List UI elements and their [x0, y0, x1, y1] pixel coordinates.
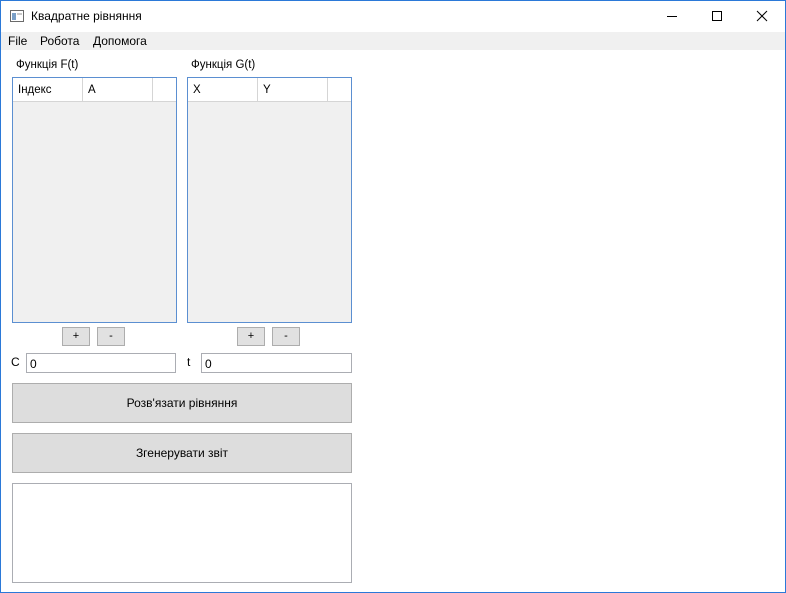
app-icon: [10, 10, 24, 22]
generate-report-button[interactable]: Згенерувати звіт: [12, 433, 352, 473]
column-header-x[interactable]: X: [188, 78, 258, 101]
c-label: C: [11, 355, 20, 369]
remove-f-row-button[interactable]: -: [97, 327, 125, 346]
function-f-grid[interactable]: Індекс A: [12, 77, 177, 323]
menu-file[interactable]: File: [8, 34, 27, 48]
menu-help[interactable]: Допомога: [93, 34, 147, 48]
output-textbox[interactable]: [12, 483, 352, 583]
t-label: t: [187, 355, 191, 369]
minimize-icon: [667, 16, 677, 17]
solve-equation-button[interactable]: Розв'язати рівняння: [12, 383, 352, 423]
close-icon: [756, 10, 768, 22]
menu-work[interactable]: Робота: [40, 34, 79, 48]
menu-bar: File Робота Допомога: [1, 32, 785, 50]
title-bar[interactable]: Квадратне рівняння: [1, 1, 785, 31]
function-g-header: X Y: [188, 78, 351, 102]
add-f-row-button[interactable]: +: [62, 327, 90, 346]
c-input[interactable]: 0: [26, 353, 176, 373]
t-input[interactable]: 0: [201, 353, 352, 373]
remove-g-row-button[interactable]: -: [272, 327, 300, 346]
close-button[interactable]: [739, 1, 784, 31]
function-g-label: Функція G(t): [191, 59, 256, 71]
column-header-a[interactable]: A: [83, 78, 153, 101]
maximize-icon: [712, 11, 722, 21]
window-title: Квадратне рівняння: [31, 9, 142, 23]
function-g-grid[interactable]: X Y: [187, 77, 352, 323]
column-header-index[interactable]: Індекс: [13, 78, 83, 101]
column-header-y[interactable]: Y: [258, 78, 328, 101]
maximize-button[interactable]: [694, 1, 739, 31]
add-g-row-button[interactable]: +: [237, 327, 265, 346]
minimize-button[interactable]: [649, 1, 694, 31]
function-f-label: Функція F(t): [16, 59, 79, 71]
function-f-header: Індекс A: [13, 78, 176, 102]
main-window: Квадратне рівняння File Робота Допомога …: [0, 0, 786, 593]
